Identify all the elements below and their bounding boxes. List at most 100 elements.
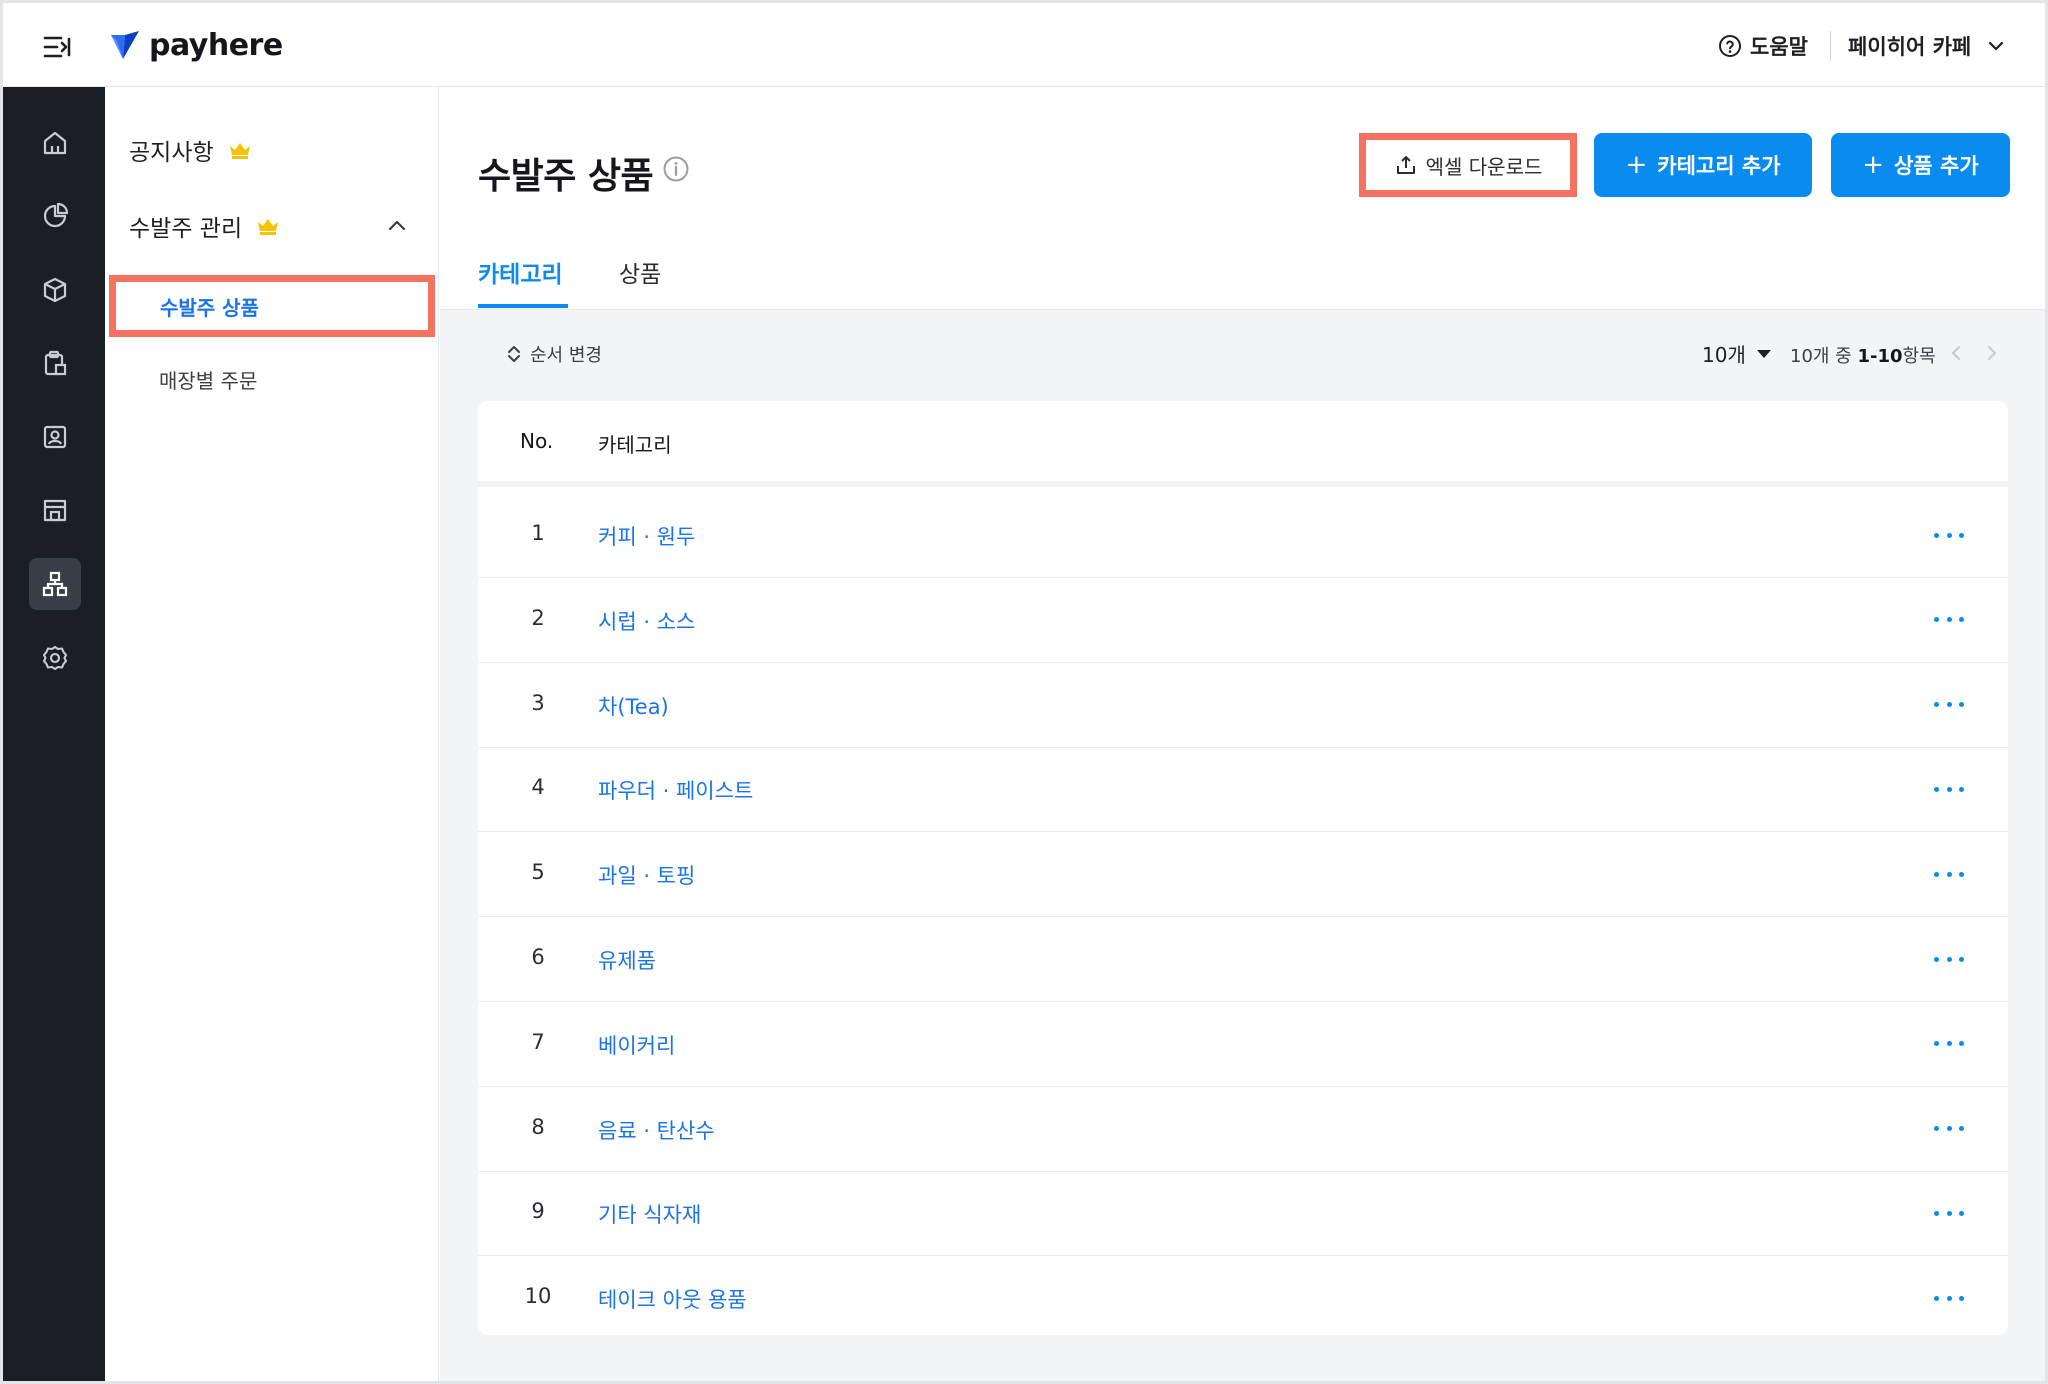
rail-products[interactable] [29,264,81,316]
chevron-right-icon [1988,346,1996,360]
app-frame: payhere 도움말 페이히어 카페 공지사항 수발주 관리 수발주 상품 매… [0,0,2048,1384]
tab-category[interactable]: 카테고리 [478,255,563,289]
rail-customers[interactable] [29,411,81,463]
payhere-logo[interactable]: payhere [109,25,283,65]
chevron-left-icon [1952,346,1960,360]
home-icon [43,131,67,155]
chevron-up-icon[interactable] [387,215,407,235]
contact-card-icon [43,425,67,449]
help-link[interactable]: 도움말 [1718,29,1808,63]
excel-download-label: 엑셀 다운로드 [1425,154,1543,179]
prev-page-button[interactable] [1944,341,1968,365]
table-row[interactable]: 8 음료 · 탄산수 [478,1087,2008,1172]
reorder-button[interactable]: 순서 변경 [506,341,602,367]
category-link[interactable]: 차(Tea) [598,691,669,721]
crown-icon [229,143,250,159]
more-options-icon[interactable] [1934,1032,1964,1056]
table-row[interactable]: 3 차(Tea) [478,663,2008,748]
table-row[interactable]: 10 테이크 아웃 용품 [478,1256,2008,1335]
logo-text: payhere [149,27,283,63]
crown-icon [258,219,279,235]
chevron-down-icon [1989,41,2004,51]
next-page-button[interactable] [1980,341,2004,365]
more-options-icon[interactable] [1934,693,1964,717]
store-selector[interactable]: 페이히어 카페 [1848,29,2005,63]
category-link[interactable]: 기타 식자재 [598,1199,701,1229]
rail-inventory[interactable] [29,337,81,389]
upload-icon [1396,156,1415,174]
rail-analytics[interactable] [29,190,81,242]
category-table: No. 카테고리 1 커피 · 원두 2 시럽 · 소스 3 차(Tea) 4 파우더 · 페… [478,401,2008,1335]
range-prefix: 10개 중 [1790,346,1858,367]
category-link[interactable]: 유제품 [598,945,656,975]
row-number: 7 [531,1029,545,1054]
add-category-label: 카테고리 추가 [1657,154,1781,178]
row-number: 6 [531,945,545,969]
more-options-icon[interactable] [1934,523,1964,547]
category-link[interactable]: 과일 · 토핑 [598,860,695,890]
secondary-sidebar: 공지사항 수발주 관리 수발주 상품 매장별 주문 [105,87,439,1381]
category-link[interactable]: 커피 · 원두 [598,521,695,551]
category-link[interactable]: 파우더 · 페이스트 [598,775,753,805]
more-options-icon[interactable] [1934,862,1964,886]
info-icon[interactable] [662,155,690,183]
subnav-order-products[interactable]: 수발주 상품 [109,275,435,337]
subnav-store-orders[interactable]: 매장별 주문 [159,365,257,394]
add-product-button[interactable]: + 상품 추가 [1831,133,2010,197]
more-options-icon[interactable] [1934,1286,1964,1310]
table-row[interactable]: 2 시럽 · 소스 [478,578,2008,663]
subnav-order-products-label: 수발주 상품 [160,295,259,320]
help-label: 도움말 [1750,35,1808,59]
subnav-order-mgmt-label: 수발주 관리 [129,216,243,242]
table-row[interactable]: 4 파우더 · 페이스트 [478,747,2008,833]
icon-rail [3,87,105,1381]
page-size-select[interactable]: 10개 [1702,339,1772,368]
excel-download-button[interactable]: 엑셀 다운로드 [1359,133,1577,197]
store-name: 페이히어 카페 [1848,35,1972,59]
reorder-label: 순서 변경 [530,345,602,366]
table-header: No. 카테고리 [478,401,2008,487]
tab-products[interactable]: 상품 [619,255,661,289]
category-link[interactable]: 시럽 · 소스 [598,606,695,636]
more-options-icon[interactable] [1934,1117,1964,1141]
row-number: 2 [531,605,545,630]
payhere-logo-icon [111,31,139,59]
table-row[interactable]: 7 베이커리 [478,1002,2008,1087]
table-row[interactable]: 1 커피 · 원두 [478,493,2008,578]
plus-icon: + [1862,150,1885,180]
page-size-value: 10개 [1702,343,1746,367]
table-row[interactable]: 5 과일 · 토핑 [478,832,2008,918]
range-suffix: 항목 [1902,346,1936,367]
top-bar: payhere 도움말 페이히어 카페 [3,3,2045,87]
more-options-icon[interactable] [1934,1201,1964,1225]
category-link[interactable]: 음료 · 탄산수 [598,1115,715,1145]
row-number: 4 [531,775,545,800]
caret-down-icon [1756,349,1771,358]
table-row[interactable]: 6 유제품 [478,917,2008,1002]
active-tab-indicator [478,304,568,308]
add-category-button[interactable]: + 카테고리 추가 [1594,133,1812,197]
menu-toggle-icon[interactable] [41,33,77,61]
range-bold: 1-10 [1857,346,1903,367]
category-link[interactable]: 베이커리 [598,1030,675,1060]
subnav-order-mgmt[interactable]: 수발주 관리 [129,209,280,243]
sort-icon [508,346,520,362]
list-toolbar: 순서 변경 10개 10개 중 1-10항목 [440,311,2045,395]
more-options-icon[interactable] [1934,777,1964,801]
column-header-no: No. [520,429,554,453]
table-row[interactable]: 9 기타 식자재 [478,1171,2008,1257]
rail-home[interactable] [29,117,81,169]
plus-icon: + [1625,150,1648,180]
rail-settings[interactable] [29,632,81,684]
row-number: 8 [531,1114,545,1139]
rail-supply-orders[interactable] [29,558,81,610]
topbar-divider [1830,31,1831,61]
subnav-notice[interactable]: 공지사항 [129,133,252,167]
category-link[interactable]: 테이크 아웃 용품 [598,1284,747,1314]
help-circle-icon [1719,35,1741,57]
chart-pie-icon [43,202,69,228]
rail-store[interactable] [29,484,81,536]
network-icon [42,571,68,597]
more-options-icon[interactable] [1934,947,1964,971]
more-options-icon[interactable] [1934,608,1964,632]
